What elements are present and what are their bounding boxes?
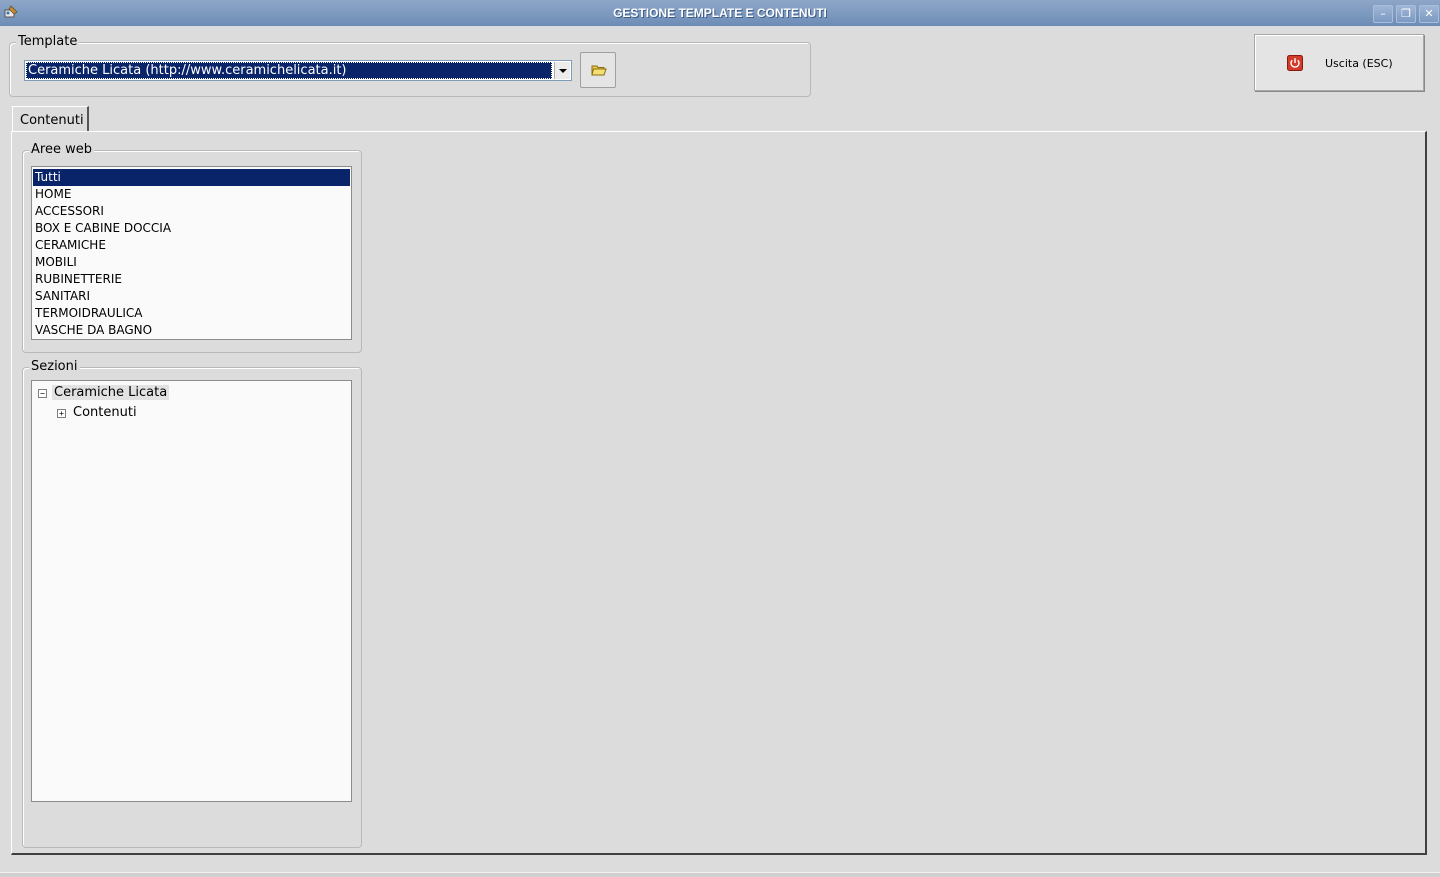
exit-button-label: Uscita (ESC) (1325, 57, 1393, 70)
close-button[interactable]: ✕ (1419, 5, 1439, 23)
minimize-button[interactable]: – (1373, 5, 1393, 23)
title-bar: GESTIONE TEMPLATE E CONTENUTI – ❐ ✕ (0, 0, 1440, 26)
list-item[interactable]: TERMOIDRAULICA (33, 305, 350, 322)
tab-contenuti-label: Contenuti (20, 113, 84, 128)
browse-folder-button[interactable] (580, 52, 616, 88)
list-item[interactable]: Tutti (33, 169, 350, 186)
template-group-label: Template (16, 34, 80, 49)
list-item[interactable]: VASCHE DA BAGNO (33, 322, 350, 339)
template-select-value: Ceramiche Licata (http://www.ceramicheli… (26, 62, 552, 79)
list-item[interactable]: MOBILI (33, 254, 350, 271)
list-item[interactable]: RUBINETTERIE (33, 271, 350, 288)
expand-icon[interactable]: + (57, 409, 66, 418)
sezioni-group-label: Sezioni (29, 359, 80, 374)
collapse-icon[interactable]: − (38, 389, 47, 398)
list-item[interactable]: SANITARI (33, 288, 350, 305)
power-icon (1287, 55, 1303, 71)
list-item[interactable]: CERAMICHE (33, 237, 350, 254)
restore-button[interactable]: ❐ (1396, 5, 1416, 23)
status-strip (0, 872, 1440, 877)
chevron-down-icon[interactable] (554, 62, 570, 79)
template-select[interactable]: Ceramiche Licata (http://www.ceramicheli… (24, 60, 572, 81)
folder-icon (591, 65, 607, 76)
sezioni-treeview[interactable]: − Ceramiche Licata + Contenuti (31, 380, 352, 802)
tree-node-label[interactable]: Ceramiche Licata (52, 385, 170, 400)
aree-web-listbox[interactable]: Tutti HOME ACCESSORI BOX E CABINE DOCCIA… (31, 166, 352, 340)
tab-contenuti[interactable]: Contenuti (12, 106, 89, 132)
exit-button[interactable]: Uscita (ESC) (1254, 34, 1424, 91)
list-item[interactable]: BOX E CABINE DOCCIA (33, 220, 350, 237)
tree-node-label[interactable]: Contenuti (71, 405, 139, 420)
aree-web-group-label: Aree web (29, 142, 94, 157)
list-item[interactable]: HOME (33, 186, 350, 203)
window-title: GESTIONE TEMPLATE E CONTENUTI (613, 6, 827, 20)
list-item[interactable]: ACCESSORI (33, 203, 350, 220)
